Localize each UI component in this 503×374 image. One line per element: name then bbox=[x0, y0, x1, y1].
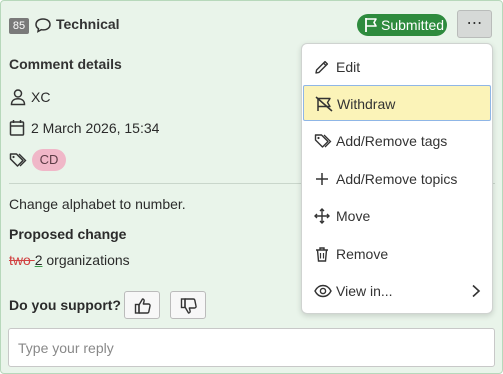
comment-text: Change alphabet to number. bbox=[9, 196, 186, 212]
status-text: Submitted bbox=[381, 17, 445, 33]
tag-icon bbox=[314, 134, 332, 148]
thumbs-down-button[interactable] bbox=[170, 291, 206, 319]
proposed-change-title: Proposed change bbox=[9, 226, 127, 242]
menu-item-move[interactable]: Move bbox=[303, 198, 491, 234]
more-options-button[interactable]: ⋯ bbox=[457, 10, 492, 38]
user-icon bbox=[10, 89, 26, 106]
author-name: XC bbox=[31, 89, 51, 105]
menu-item-withdraw[interactable]: Withdraw bbox=[303, 85, 491, 121]
reply-input[interactable] bbox=[9, 329, 494, 366]
menu-item-label: Add/Remove topics bbox=[336, 171, 458, 187]
tag-pill[interactable]: CD bbox=[32, 149, 66, 171]
menu-item-label: Remove bbox=[336, 246, 389, 262]
menu-item-label: Move bbox=[336, 208, 371, 224]
reply-box bbox=[8, 328, 495, 367]
menu-item-label: Withdraw bbox=[337, 96, 396, 112]
calendar-icon bbox=[9, 120, 25, 136]
move-icon bbox=[314, 208, 330, 224]
menu-item-view-in[interactable]: View in... bbox=[303, 273, 491, 309]
comment-details-title: Comment details bbox=[9, 56, 122, 72]
status-badge: Submitted bbox=[357, 14, 447, 36]
comment-date: 2 March 2026, 15:34 bbox=[31, 120, 160, 136]
unchanged-text: organizations bbox=[42, 252, 130, 268]
category-label: Technical bbox=[56, 16, 120, 32]
menu-item-add-remove-topics[interactable]: Add/Remove topics bbox=[303, 161, 491, 197]
menu-item-label: Add/Remove tags bbox=[336, 133, 448, 149]
menu-item-label: View in... bbox=[336, 283, 393, 299]
tags-icon bbox=[9, 153, 27, 167]
comment-number-badge: 85 bbox=[9, 18, 29, 34]
menu-item-remove[interactable]: Remove bbox=[303, 236, 491, 272]
menu-item-label: Edit bbox=[336, 59, 361, 75]
flag-off-icon bbox=[315, 96, 333, 112]
pencil-icon bbox=[315, 60, 329, 74]
thumbs-up-icon bbox=[134, 298, 151, 314]
comment-icon bbox=[35, 18, 51, 33]
chevron-right-icon bbox=[472, 284, 481, 298]
eye-icon bbox=[314, 284, 332, 298]
thumbs-down-icon bbox=[180, 298, 197, 314]
proposed-change-text: two 2 organizations bbox=[9, 252, 130, 268]
thumbs-up-button[interactable] bbox=[124, 291, 160, 319]
options-dropdown-menu: Edit Withdraw Add/Remove tags Add/Remove… bbox=[301, 43, 493, 314]
deleted-text: two bbox=[9, 252, 35, 268]
support-label: Do you support? bbox=[9, 297, 121, 313]
flag-icon bbox=[365, 18, 377, 32]
menu-item-edit[interactable]: Edit bbox=[303, 49, 491, 85]
plus-icon bbox=[316, 173, 328, 185]
menu-item-add-remove-tags[interactable]: Add/Remove tags bbox=[303, 123, 491, 159]
comment-header: 85 Technical Submitted ⋯ bbox=[1, 1, 502, 47]
trash-icon bbox=[316, 247, 328, 262]
